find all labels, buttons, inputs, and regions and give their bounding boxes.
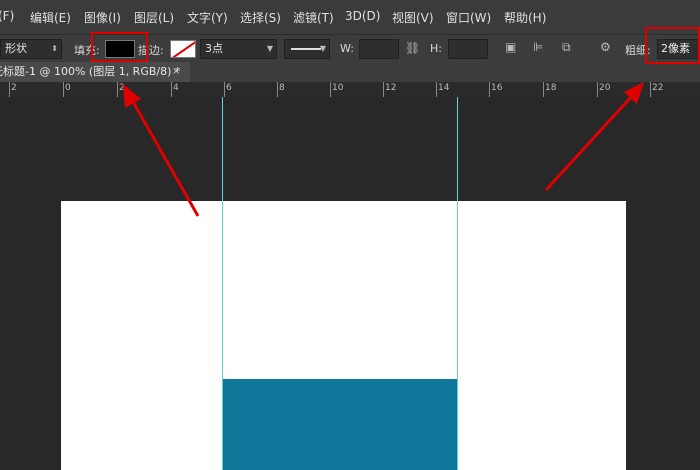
menu-filter[interactable]: 滤镜(T) <box>293 9 334 26</box>
document-tab-title: 无标题-1 @ 100% (图层 1, RGB/8) * <box>0 65 181 78</box>
menu-layer[interactable]: 图层(L) <box>134 9 174 26</box>
rectangle-shape-layer[interactable] <box>223 379 457 470</box>
document-tab[interactable]: 无标题-1 @ 100% (图层 1, RGB/8) * × <box>0 62 190 82</box>
stroke-width-value: 3点 <box>205 42 223 55</box>
ruler-tick <box>436 82 437 97</box>
ruler-tick <box>63 82 64 97</box>
weight-highlight-box <box>645 27 700 64</box>
ruler-label: 22 <box>652 83 664 93</box>
height-input[interactable] <box>448 39 488 59</box>
path-arrangement-icon[interactable]: ⧉ <box>562 40 571 55</box>
ruler-tick <box>117 82 118 97</box>
ruler-tick <box>597 82 598 97</box>
gear-icon[interactable]: ⚙ <box>600 40 611 54</box>
menu-type[interactable]: 文字(Y) <box>187 9 228 26</box>
path-alignment-icon[interactable]: ⊫ <box>533 40 543 54</box>
no-color-slash-icon <box>172 41 195 57</box>
document-tab-bar: 无标题-1 @ 100% (图层 1, RGB/8) * × <box>0 62 700 82</box>
width-input[interactable] <box>359 39 399 59</box>
fill-highlight-box <box>91 32 148 62</box>
chevron-down-icon: ⬍ <box>51 44 58 53</box>
menu-view[interactable]: 视图(V) <box>392 9 434 26</box>
stroke-type-dropdown[interactable]: ▼ <box>284 39 330 59</box>
tool-mode-value: 形状 <box>5 42 27 55</box>
ruler-label: 10 <box>332 83 344 93</box>
chevron-down-icon: ▼ <box>319 44 326 53</box>
ruler-tick <box>277 82 278 97</box>
chevron-down-icon: ▼ <box>266 44 273 53</box>
close-icon[interactable]: × <box>172 62 180 82</box>
ruler-label: 14 <box>438 83 450 93</box>
tool-mode-dropdown[interactable]: 形状 ⬍ <box>0 39 62 59</box>
ruler-label: 18 <box>545 83 557 93</box>
ruler-tick <box>330 82 331 97</box>
ruler-label: 16 <box>491 83 503 93</box>
link-icon[interactable]: ⛓ <box>405 41 420 55</box>
ruler-label: 2 <box>119 83 125 93</box>
ruler-label: 6 <box>226 83 232 93</box>
ruler-label: 20 <box>599 83 611 93</box>
path-operations-icon[interactable]: ▣ <box>505 40 516 54</box>
ruler-label: 12 <box>385 83 397 93</box>
menu-help[interactable]: 帮助(H) <box>504 9 546 26</box>
ruler-tick <box>650 82 651 97</box>
menu-file[interactable]: (F) <box>0 9 14 23</box>
ruler-tick <box>489 82 490 97</box>
document-canvas[interactable] <box>61 201 626 470</box>
width-label: W: <box>340 42 354 55</box>
canvas-workspace[interactable] <box>0 97 700 470</box>
menu-edit[interactable]: 编辑(E) <box>30 9 71 26</box>
ruler-tick <box>543 82 544 97</box>
ruler-tick <box>383 82 384 97</box>
horizontal-ruler[interactable]: 2 0 2 4 6 8 10 12 14 16 18 20 22 2 <box>0 82 700 98</box>
ruler-tick <box>171 82 172 97</box>
stroke-line-icon <box>291 48 321 50</box>
menu-select[interactable]: 选择(S) <box>240 9 281 26</box>
ruler-label: 0 <box>65 83 71 93</box>
height-label: H: <box>430 42 442 55</box>
ruler-tick <box>9 82 10 97</box>
stroke-width-dropdown[interactable]: 3点 ▼ <box>200 39 277 59</box>
ruler-label: 2 <box>11 83 17 93</box>
stroke-color-swatch[interactable] <box>170 40 196 58</box>
ruler-label: 8 <box>279 83 285 93</box>
guide-line-right[interactable] <box>457 97 458 470</box>
guide-line-left[interactable] <box>222 97 223 470</box>
menu-window[interactable]: 窗口(W) <box>446 9 491 26</box>
menu-image[interactable]: 图像(I) <box>84 9 121 26</box>
ruler-tick <box>224 82 225 97</box>
menu-bar: (F) 编辑(E) 图像(I) 图层(L) 文字(Y) 选择(S) 滤镜(T) … <box>0 0 700 34</box>
menu-3d[interactable]: 3D(D) <box>345 9 380 23</box>
ruler-label: 4 <box>173 83 179 93</box>
